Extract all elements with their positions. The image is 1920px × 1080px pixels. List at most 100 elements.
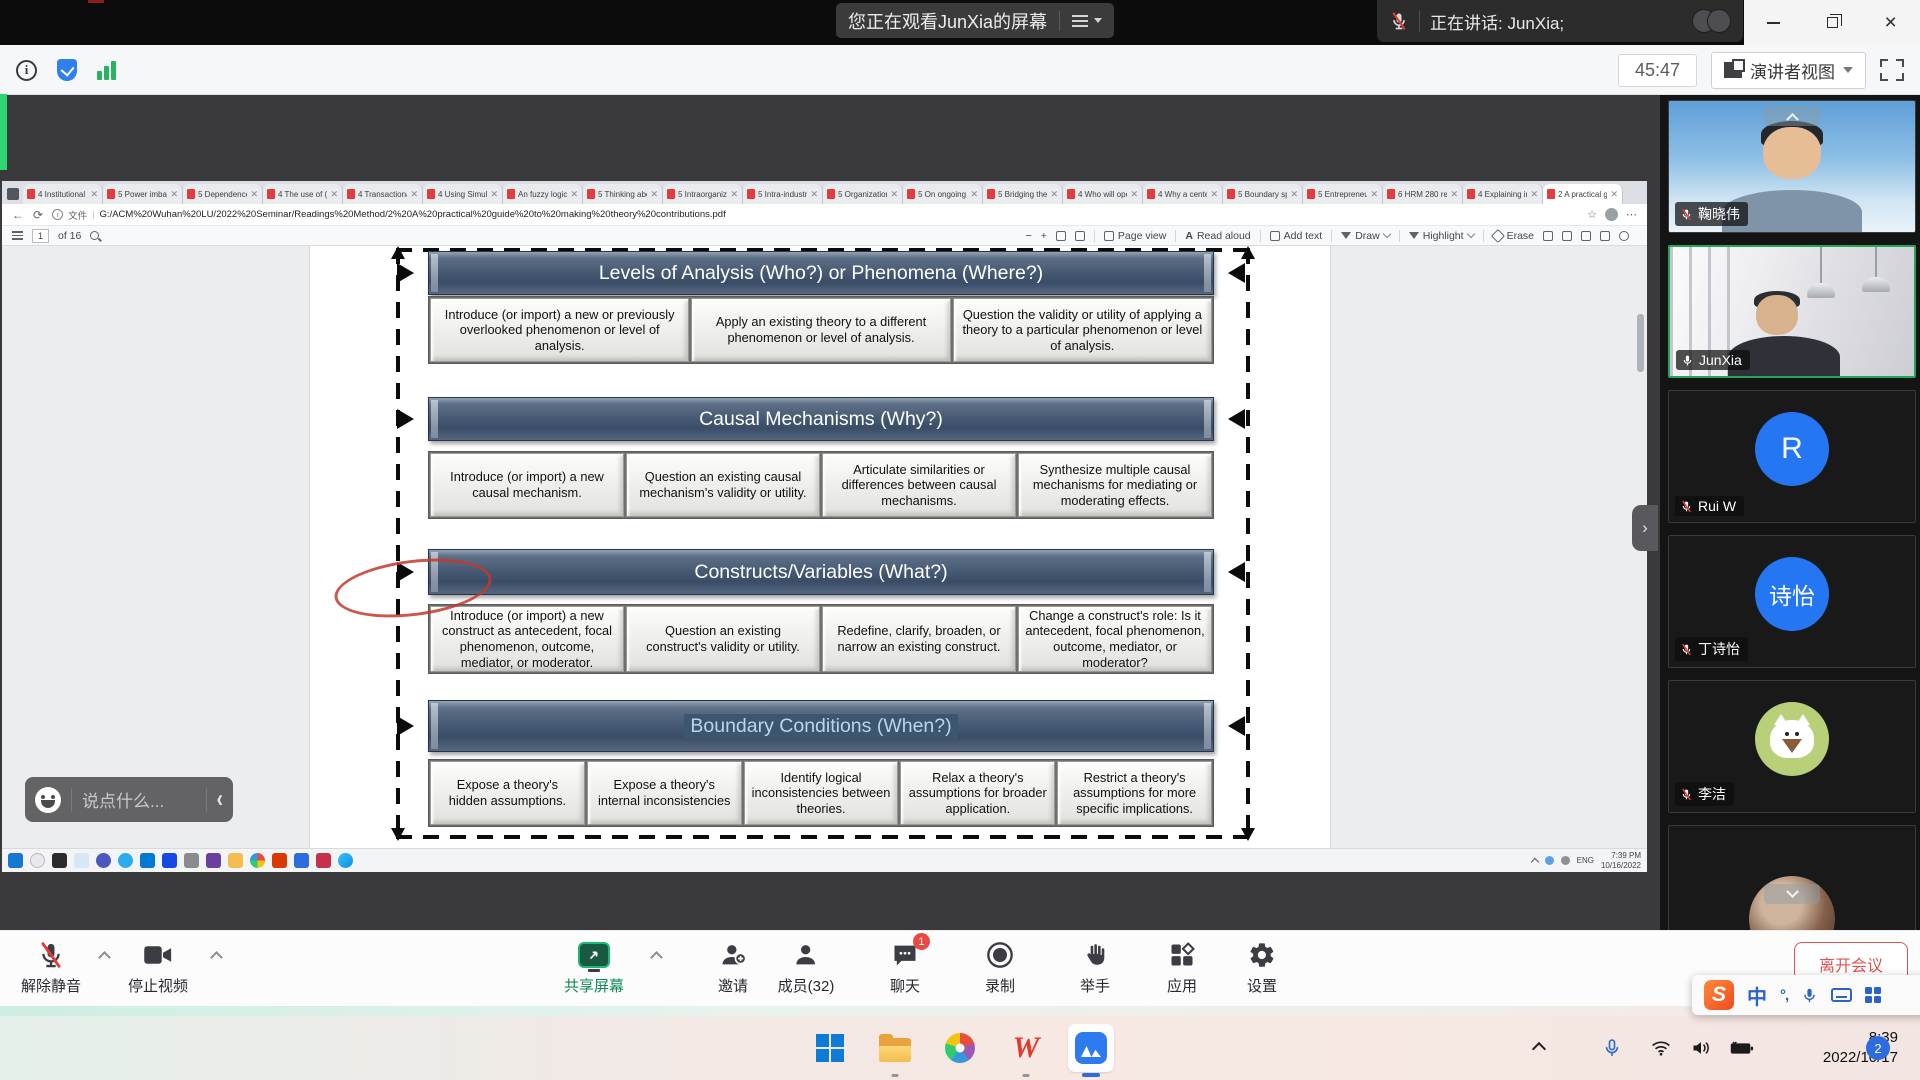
zoom-out-button[interactable]: − <box>1026 230 1032 242</box>
address-bar[interactable]: i 文件 | G:/ACM%20Wuhan%20LU/2022%20Semina… <box>52 208 1578 222</box>
tab-close-icon[interactable]: ✕ <box>810 189 818 200</box>
ime-mic-icon[interactable] <box>1801 987 1818 1004</box>
chat-input-placeholder[interactable]: 说点什么... <box>82 787 196 812</box>
browser-tab[interactable]: 5 Intraorganizat ✕ <box>663 184 743 204</box>
browser-tab[interactable]: 2 A practical gui ✕ <box>1543 184 1623 204</box>
battery-plugged-icon[interactable] <box>1728 1038 1754 1058</box>
tab-close-icon[interactable]: ✕ <box>650 189 658 200</box>
participant-tile-avatar[interactable]: 诗怡 丁诗怡 <box>1668 535 1916 668</box>
browser-tab[interactable]: 5 Boundary spa ✕ <box>1223 184 1303 204</box>
participant-tile-video[interactable]: 鞠晓伟 <box>1668 100 1916 233</box>
ime-punctuation-icon[interactable]: °, <box>1780 987 1788 1004</box>
draw-button[interactable]: Draw <box>1341 230 1390 242</box>
browser-tab[interactable]: 5 On ongoing m ✕ <box>903 184 983 204</box>
browser-tab[interactable]: 5 Dependence a ✕ <box>183 184 263 204</box>
file-explorer-button[interactable] <box>876 1029 914 1067</box>
favorite-star-icon[interactable]: ☆ <box>1587 208 1597 221</box>
wps-office-button[interactable]: W <box>1007 1029 1045 1067</box>
ime-toolbox-icon[interactable] <box>1865 987 1881 1003</box>
start-button[interactable] <box>811 1029 849 1067</box>
tab-close-icon[interactable]: ✕ <box>1370 189 1378 200</box>
tab-close-icon[interactable]: ✕ <box>330 189 338 200</box>
tab-close-icon[interactable]: ✕ <box>410 189 418 200</box>
unmute-button[interactable]: 解除静音 <box>21 940 81 996</box>
fit-page-icon[interactable] <box>1075 231 1085 241</box>
tray-chevron-up-icon[interactable] <box>1532 1042 1546 1056</box>
close-button[interactable]: × <box>1861 0 1920 45</box>
tab-close-icon[interactable]: ✕ <box>1210 189 1218 200</box>
participant-tile-avatar[interactable]: R Rui W <box>1668 390 1916 523</box>
wifi-icon[interactable] <box>1650 1038 1672 1058</box>
rotate-icon[interactable] <box>1056 231 1066 241</box>
pdf-sidebar-toggle-icon[interactable] <box>12 231 23 240</box>
tab-close-icon[interactable]: ✕ <box>730 189 738 200</box>
notification-badge[interactable]: 2 <box>1866 1036 1890 1060</box>
browser-tab[interactable]: 6 HRM 280 rec ✕ <box>1383 184 1463 204</box>
browser-tab[interactable]: 4 The use of (im ✕ <box>263 184 343 204</box>
tab-close-icon[interactable]: ✕ <box>170 189 178 200</box>
chat-button[interactable]: 1 聊天 <box>890 940 920 996</box>
ime-keyboard-icon[interactable] <box>1831 988 1852 1002</box>
settings-button[interactable]: 设置 <box>1247 940 1277 996</box>
sogou-logo-icon[interactable]: S <box>1704 980 1734 1010</box>
scroll-down-button[interactable] <box>1764 884 1820 904</box>
browser-app-button[interactable] <box>941 1029 979 1067</box>
highlight-button[interactable]: Highlight <box>1409 230 1474 242</box>
collapse-strip-button[interactable] <box>1764 106 1820 126</box>
tab-close-icon[interactable]: ✕ <box>490 189 498 200</box>
banner-menu-icon[interactable] <box>1072 15 1088 27</box>
browser-tab[interactable]: 5 Power imbalan ✕ <box>103 184 183 204</box>
zoom-in-button[interactable]: + <box>1041 230 1047 242</box>
chat-quick-input[interactable]: 说点什么... ‹ <box>25 777 233 822</box>
browser-profile-avatar[interactable] <box>1605 208 1618 221</box>
apps-button[interactable]: 应用 <box>1167 940 1197 996</box>
browser-tab[interactable]: 4 Transactional f ✕ <box>343 184 423 204</box>
tab-close-icon[interactable]: ✕ <box>890 189 898 200</box>
browser-tab[interactable]: 4 Who will open ✕ <box>1063 184 1143 204</box>
tab-close-icon[interactable]: ✕ <box>1450 189 1458 200</box>
raise-hand-button[interactable]: 举手 <box>1080 940 1110 996</box>
video-options-chevron[interactable] <box>210 951 223 964</box>
tab-search-icon[interactable] <box>7 188 19 200</box>
save-as-icon[interactable] <box>1581 231 1591 241</box>
meeting-app-button[interactable] <box>1072 1029 1110 1067</box>
tab-close-icon[interactable]: ✕ <box>1050 189 1058 200</box>
erase-button[interactable]: Erase <box>1493 230 1534 242</box>
participant-tile-avatar[interactable]: 李洁 <box>1668 680 1916 813</box>
volume-icon[interactable] <box>1690 1038 1712 1058</box>
expand-icon[interactable] <box>1600 231 1610 241</box>
watching-banner[interactable]: 您正在观看JunXia的屏幕 <box>836 3 1114 38</box>
tab-close-icon[interactable]: ✕ <box>1610 189 1618 200</box>
browser-tab[interactable]: 4 Why a center ✕ <box>1143 184 1223 204</box>
pdf-search-icon[interactable] <box>90 231 99 240</box>
tab-close-icon[interactable]: ✕ <box>90 189 98 200</box>
ime-language-icon[interactable]: 中 <box>1747 981 1767 1010</box>
share-options-chevron[interactable] <box>650 951 663 964</box>
browser-tab[interactable]: 4 Using Simulati ✕ <box>423 184 503 204</box>
fullscreen-button[interactable] <box>1880 59 1904 81</box>
print-icon[interactable] <box>1543 231 1553 241</box>
chevron-left-icon[interactable]: ‹ <box>217 785 223 814</box>
participant-tile-video-speaking[interactable]: JunXia <box>1668 245 1916 378</box>
pdf-scrollbar-thumb[interactable] <box>1637 314 1644 372</box>
view-mode-button[interactable]: 演讲者视图 <box>1711 52 1866 89</box>
tab-close-icon[interactable]: ✕ <box>250 189 258 200</box>
browser-tab[interactable]: An fuzzy logic a ✕ <box>503 184 583 204</box>
sidebar-collapse-handle[interactable]: › <box>1632 505 1658 551</box>
tab-close-icon[interactable]: ✕ <box>1290 189 1298 200</box>
tab-close-icon[interactable]: ✕ <box>1530 189 1538 200</box>
browser-tab[interactable]: 5 Organizationa ✕ <box>823 184 903 204</box>
read-aloud-button[interactable]: ARead aloud <box>1185 230 1250 242</box>
stop-video-button[interactable]: 停止视频 <box>128 940 188 996</box>
meeting-info-icon[interactable]: i <box>16 60 37 81</box>
pdf-settings-icon[interactable] <box>1619 231 1629 241</box>
mic-options-chevron[interactable] <box>98 951 111 964</box>
browser-tab[interactable]: 5 Intra-industry ✕ <box>743 184 823 204</box>
browser-tab[interactable]: 4 Institutional pr ✕ <box>23 184 103 204</box>
encryption-shield-icon[interactable] <box>57 59 77 81</box>
tray-mic-icon[interactable] <box>1602 1038 1622 1058</box>
participant-tile-more[interactable] <box>1668 825 1916 930</box>
add-text-button[interactable]: Add text <box>1270 230 1323 242</box>
share-screen-button[interactable]: 共享屏幕 <box>564 940 624 996</box>
tab-close-icon[interactable]: ✕ <box>970 189 978 200</box>
